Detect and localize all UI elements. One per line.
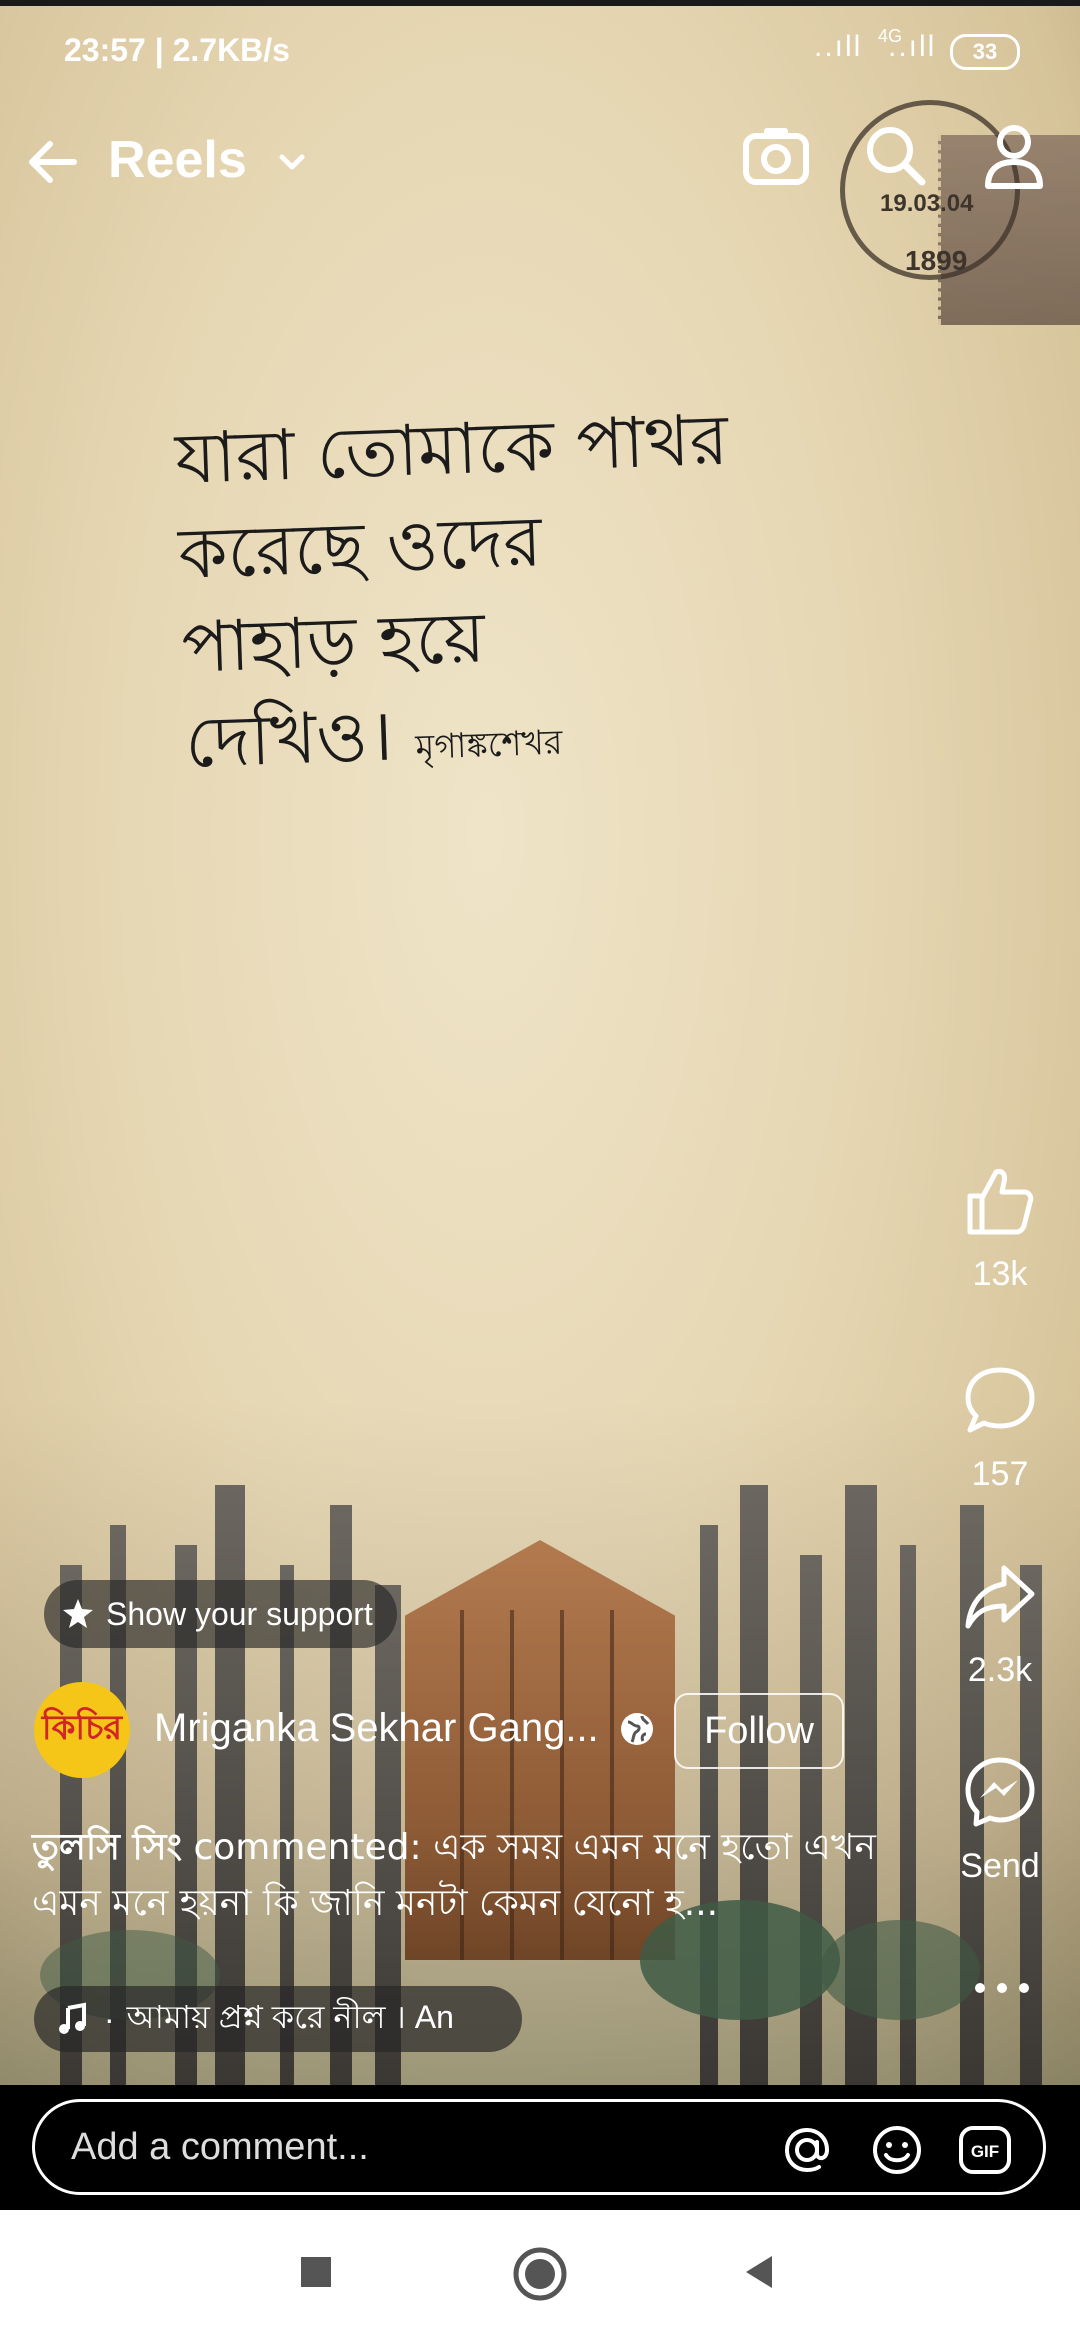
comment-placeholder: Add a comment... bbox=[71, 2126, 369, 2168]
share-arrow-icon[interactable] bbox=[960, 1556, 1040, 1636]
thumbs-up-icon[interactable] bbox=[960, 1160, 1040, 1240]
poem-signature: মৃগাঙ্কশেখর bbox=[414, 722, 564, 768]
handwritten-poem: যারা তোমাকে পাথর করেছে ওদের পাহাড় হয়ে … bbox=[174, 388, 867, 790]
search-icon[interactable] bbox=[858, 118, 934, 194]
top-edge bbox=[0, 0, 1080, 6]
like-count: 13k bbox=[972, 1255, 1028, 1293]
status-bar: 23:57 | 2.7KB/s ..ıll 4G ..ıll 33 bbox=[0, 18, 1080, 82]
postmark-year: 1899 bbox=[905, 245, 968, 276]
emoji-icon[interactable] bbox=[869, 2122, 925, 2178]
author-avatar[interactable]: কিচির bbox=[34, 1682, 130, 1778]
support-star-icon bbox=[63, 1599, 93, 1628]
poem-last-line: দেখিও। bbox=[183, 694, 395, 784]
recent-apps-icon[interactable] bbox=[296, 2252, 336, 2292]
status-time: 23:57 | 2.7KB/s bbox=[64, 32, 290, 68]
follow-button[interactable]: Follow bbox=[674, 1693, 844, 1769]
audio-track-name: আমায় প্রশ্ন করে নীল । An bbox=[126, 1999, 454, 2035]
author-name[interactable]: Mriganka Sekhar Gang... bbox=[154, 1706, 599, 1751]
svg-text:GIF: GIF bbox=[971, 2142, 999, 2161]
music-note-icon bbox=[59, 2002, 86, 2034]
back-arrow-icon[interactable] bbox=[24, 132, 84, 192]
postmark-date: 19.03.04 bbox=[880, 190, 974, 217]
support-label: Show your support bbox=[106, 1595, 373, 1632]
battery-icon: 33 bbox=[950, 34, 1020, 70]
comment-button[interactable]: 157 bbox=[940, 1360, 1060, 1494]
messenger-icon[interactable] bbox=[960, 1752, 1040, 1832]
send-button[interactable]: Send bbox=[940, 1752, 1060, 1886]
gif-icon[interactable]: GIF bbox=[957, 2122, 1013, 2178]
more-options-icon[interactable] bbox=[972, 1972, 1032, 2004]
comment-input[interactable]: Add a comment... GIF bbox=[32, 2099, 1046, 2195]
system-nav-bar bbox=[0, 2210, 1080, 2340]
mention-icon[interactable] bbox=[779, 2122, 835, 2178]
comment-preview[interactable]: তুলসি সিং commented: এক সময় এমন মনে হতো… bbox=[32, 1820, 902, 1932]
home-icon[interactable] bbox=[512, 2246, 568, 2302]
share-button[interactable]: 2.3k bbox=[940, 1556, 1060, 1690]
comment-bubble-icon[interactable] bbox=[960, 1360, 1040, 1440]
send-label: Send bbox=[960, 1847, 1040, 1885]
commenter-name: তুলসি সিং bbox=[32, 1827, 183, 1868]
camera-icon[interactable] bbox=[738, 118, 814, 194]
comment-bar: Add a comment... GIF bbox=[0, 2085, 1080, 2210]
chevron-down-icon[interactable] bbox=[276, 146, 308, 178]
show-support-button[interactable]: Show your support bbox=[44, 1580, 397, 1648]
reel-video-background[interactable]: 19.03.04 1899 যারা তোমাকে পাথর করেছে ওদে… bbox=[0, 0, 1080, 2085]
comment-count: 157 bbox=[971, 1455, 1029, 1493]
globe-icon bbox=[621, 1713, 653, 1745]
profile-icon[interactable] bbox=[976, 118, 1052, 194]
back-nav-icon[interactable] bbox=[740, 2252, 780, 2292]
audio-track-pill[interactable]: · আমায় প্রশ্ন করে নীল । An bbox=[34, 1986, 522, 2052]
like-button[interactable]: 13k bbox=[940, 1160, 1060, 1294]
signal-icon-2: ..ıll bbox=[888, 30, 937, 63]
page-title[interactable]: Reels bbox=[108, 130, 247, 190]
share-count: 2.3k bbox=[967, 1651, 1033, 1689]
signal-icon: ..ıll bbox=[814, 30, 863, 63]
